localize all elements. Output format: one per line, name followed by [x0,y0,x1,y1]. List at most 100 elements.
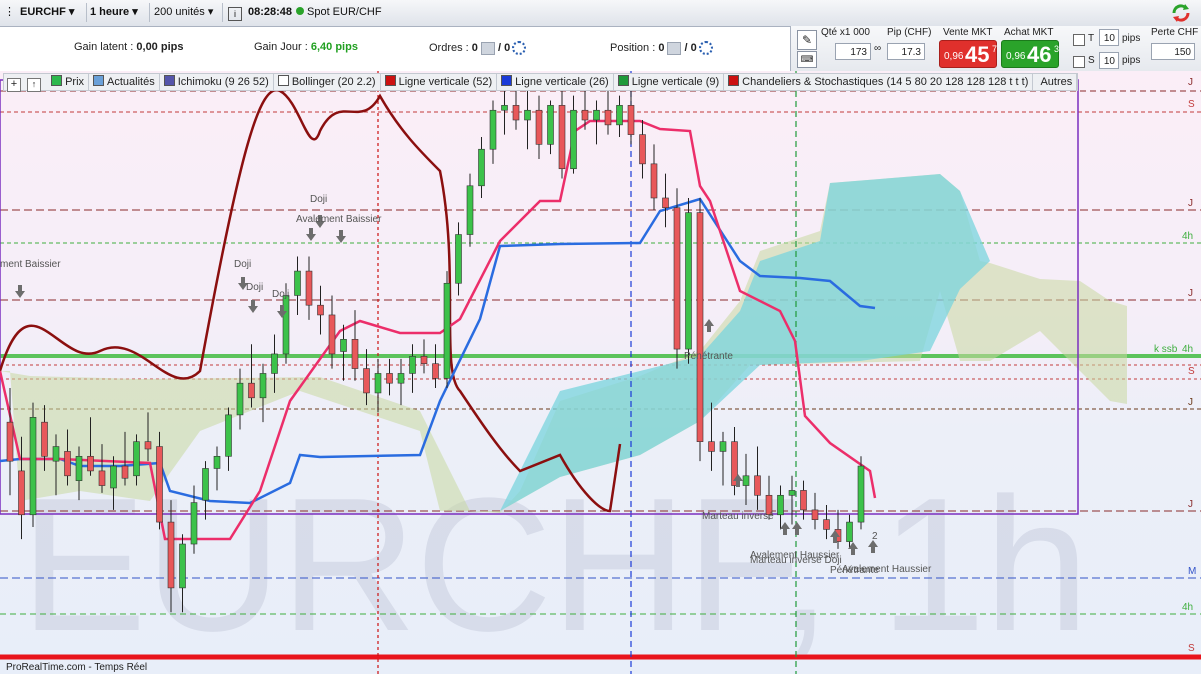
pip-label: Pip (CHF) [887,27,932,38]
add-indicator-icon[interactable]: + [7,78,21,92]
candle-up [742,475,750,486]
candle-up [340,339,347,352]
legend-item[interactable]: Ligne verticale (9) [614,74,725,90]
legend-item[interactable]: Ligne verticale (52) [381,74,498,90]
candle-up [846,521,853,542]
arrow-stem [339,230,343,236]
take-profit-input[interactable]: 10 [1099,29,1119,46]
axis-level-label: M [1188,566,1196,577]
candle-up [236,382,244,416]
candle-up [443,282,451,379]
axis-level-label: k ssb [1154,344,1178,355]
stop-loss-label: S [1088,55,1095,66]
buy-market-button[interactable]: 0,96 46 3 [1001,40,1059,68]
orders-label: Ordres : [429,41,469,54]
risk-input[interactable]: 150 [1151,43,1195,60]
sell-price-big: 45 [965,42,990,67]
refresh-icon[interactable] [1170,2,1192,24]
candle-down [604,109,612,126]
candle-up [524,109,531,121]
candle-down [673,207,681,350]
take-profit-checkbox[interactable] [1073,34,1085,46]
candle-down [512,105,520,121]
price-chart[interactable]: EURCHF, 1h Doji Avalement Baissier ment Ba… [0,71,1201,674]
pip-value: 17.3 [887,43,925,60]
legend-swatch-icon [93,75,105,86]
candle-down [351,339,359,369]
gain-latent-value: 0,00 pips [136,41,184,53]
symbol-label: EURCHF [20,6,66,18]
pattern-label: Marteau inversé [702,511,774,522]
position-gear-icon[interactable] [698,41,713,55]
legend-swatch-icon [163,75,175,86]
axis-level-label: J [1188,288,1193,299]
toggle-indicator-icon[interactable]: ↑ [27,78,41,92]
sell-market-button[interactable]: 0,96 45 7 [939,40,997,68]
gain-jour-label: Gain Jour : [254,41,308,53]
pattern-label: Avalement Baissier [296,214,382,225]
legend-item-label: Prix [65,76,85,88]
candle-up [593,109,600,121]
ichimoku-cloud [500,174,990,511]
arrow-stem [707,326,711,332]
candle-down [420,356,428,364]
candle-up [271,353,278,374]
legend-item[interactable]: Actualités [89,74,160,90]
stop-loss-input[interactable]: 10 [1099,52,1119,69]
position-close-button[interactable] [667,41,682,55]
candle-down [328,314,336,355]
legend-item[interactable]: Bollinger (20 2.2) [274,74,381,90]
arrow-down-icon [248,306,258,313]
symbol-selector[interactable]: EURCHF ▾ [20,3,87,22]
candle-down [248,382,255,399]
arrow-down-icon [336,236,346,243]
axis-level-label: J [1188,499,1193,510]
legend-item[interactable]: Chandeliers & Stochastiques (14 5 80 20 … [724,74,1034,90]
toolbar-grip[interactable]: ⋮ [4,3,15,22]
chart-canvas[interactable]: Doji Avalement Baissier ment Baissier Doji D… [0,71,1201,674]
candle-up [455,234,462,284]
legend-item[interactable]: Ichimoku (9 26 52) [160,74,274,90]
sell-price-small: 0,96 [944,51,964,62]
candle-up [777,494,784,516]
timeframe-selector[interactable]: 1 heure ▾ [90,3,150,22]
qty-input[interactable]: 173 [835,43,871,60]
candle-up [29,417,37,516]
orders-gear-icon[interactable] [512,41,527,55]
axis-level-label: J [1188,397,1193,408]
pattern-label: Marteau inversé Doji [750,555,842,566]
candle-up [374,373,382,394]
legend-item[interactable]: Prix [47,74,90,90]
arrow-up-icon [780,522,790,529]
axis-level-label: J [1188,77,1193,88]
wrench-icon[interactable]: ✎ [797,30,817,50]
candle-up [179,543,186,589]
keyboard-icon[interactable]: ⌨ [797,51,817,68]
candle-up [685,212,692,350]
candle-down [800,490,807,511]
orders-total: / 0 [497,41,511,54]
candle-down [558,105,566,170]
candle-up [202,468,209,501]
info-icon[interactable]: i [228,7,242,21]
candle-down [121,465,129,479]
arrow-stem [736,481,740,487]
link-icon[interactable]: ∞ [874,43,883,60]
gain-jour: Gain Jour : 6,40 pips [254,41,358,53]
candle-down [754,475,761,496]
legend-more-button[interactable]: Autres [1036,74,1078,90]
axis-level-label: S [1188,366,1195,377]
order-ticket: ✎ ⌨ Qté x1 000 173 ∞ Pip (CHF) 17.3 Vent… [790,26,1201,71]
arrow-stem [18,285,22,291]
legend-swatch-icon [384,75,396,86]
candle-down [18,470,25,516]
legend-item[interactable]: Ligne verticale (26) [497,74,614,90]
orders-close-button[interactable] [480,41,495,55]
stop-loss-checkbox[interactable] [1073,56,1085,68]
arrow-stem [280,305,284,311]
instrument-name: Spot EUR/CHF [296,3,382,22]
position-total: / 0 [684,41,697,54]
chevron-down-icon: ▾ [207,6,214,18]
candle-up [52,446,60,462]
units-selector[interactable]: 200 unités ▾ [154,3,223,22]
